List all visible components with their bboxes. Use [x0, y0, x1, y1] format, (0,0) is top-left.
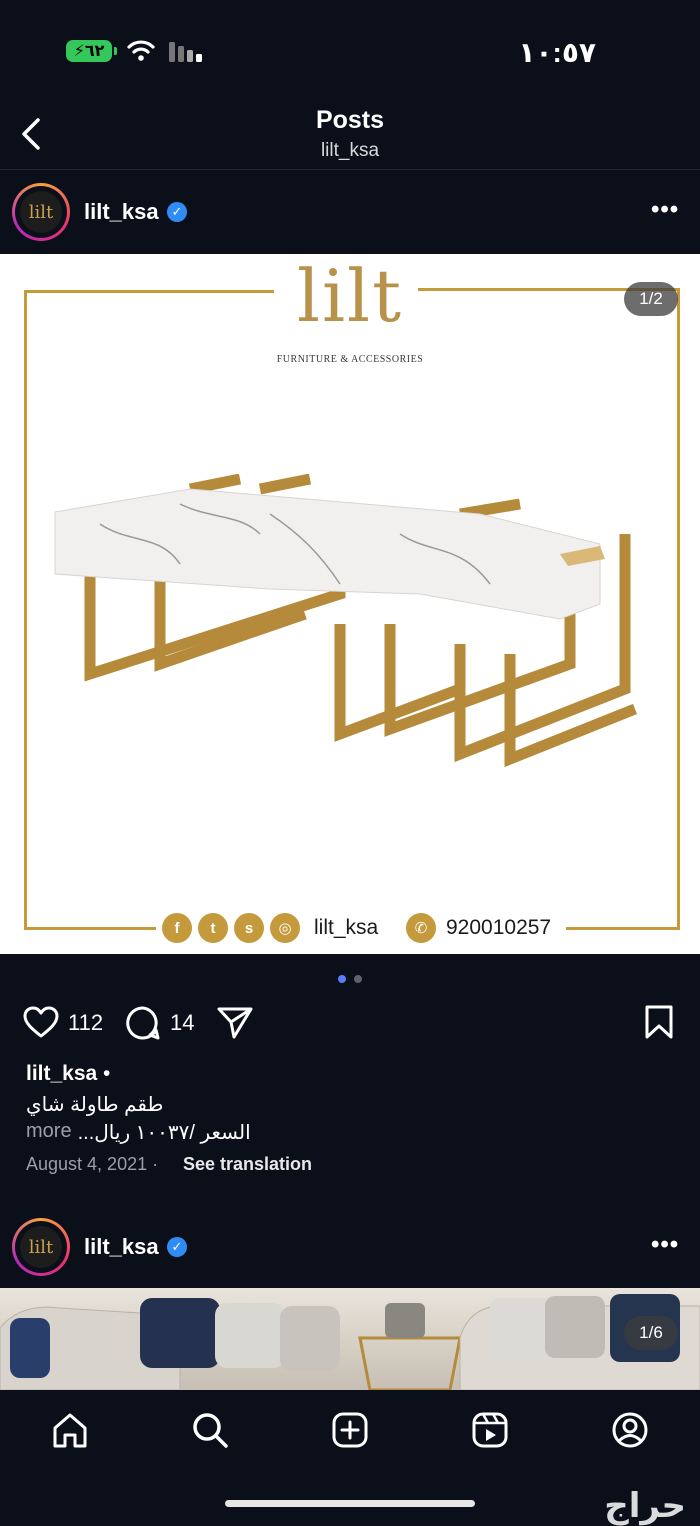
snapchat-icon: s	[234, 913, 264, 943]
image-counter: 1/2	[624, 282, 678, 316]
caption-username[interactable]: lilt_ksa •	[26, 1062, 110, 1086]
caption-price: السعر /١٠٠٣٧ ريال...	[77, 1122, 251, 1144]
instagram-icon: ◎	[270, 913, 300, 943]
see-translation-link[interactable]: See translation	[183, 1154, 312, 1175]
caption-line-2: more السعر /١٠٠٣٧ ريال...	[26, 1120, 251, 1145]
sofa-image	[0, 1294, 700, 1390]
brand-tagline: FURNITURE & ACCESSORIES	[276, 354, 424, 365]
social-handle: lilt_ksa	[314, 916, 379, 939]
battery-cap	[114, 47, 117, 55]
share-icon[interactable]	[216, 1004, 254, 1040]
more-options-icon[interactable]: •••	[651, 1231, 679, 1259]
avatar[interactable]: lilt	[12, 1218, 70, 1276]
post-date: August 4, 2021 ·	[26, 1154, 159, 1174]
charging-icon: ⚡	[73, 43, 85, 60]
watermark: حراج	[604, 1487, 686, 1525]
like-count[interactable]: 112	[68, 1010, 103, 1036]
bookmark-icon[interactable]	[644, 1004, 674, 1040]
product-table-image	[54, 474, 638, 768]
facebook-icon: f	[162, 913, 192, 943]
more-options-icon[interactable]: •••	[651, 196, 679, 224]
phone-contact: ✆ 920010257	[406, 911, 551, 945]
caption-line-1: طقم طاولة شاي	[26, 1094, 164, 1116]
search-icon[interactable]	[190, 1410, 230, 1450]
home-indicator	[225, 1500, 475, 1507]
comment-count[interactable]: 14	[170, 1010, 194, 1036]
verified-badge-icon: ✓	[167, 1237, 187, 1257]
post-image[interactable]: 1/6	[0, 1288, 700, 1390]
post-username[interactable]: lilt_ksa	[84, 199, 159, 225]
cellular-signal-icon	[169, 42, 202, 62]
twitter-icon: t	[198, 913, 228, 943]
post-image[interactable]: lilt FURNITURE & ACCESSORIES 1/2 f t s ◎…	[0, 254, 700, 954]
avatar[interactable]: lilt	[12, 183, 70, 241]
avatar-logo: lilt	[20, 1226, 62, 1268]
carousel-dot-active	[338, 975, 346, 983]
post-username[interactable]: lilt_ksa	[84, 1234, 159, 1260]
create-icon[interactable]	[330, 1410, 370, 1450]
comment-icon[interactable]	[125, 1005, 161, 1041]
avatar-logo: lilt	[20, 191, 62, 233]
verified-badge-icon: ✓	[167, 202, 187, 222]
caption-more-link[interactable]: more	[26, 1120, 72, 1145]
home-icon[interactable]	[50, 1410, 90, 1450]
header-divider	[0, 169, 700, 170]
phone-number: 920010257	[446, 916, 552, 939]
carousel-dot	[354, 975, 362, 983]
battery-level: ٦٢	[84, 43, 105, 60]
phone-icon: ✆	[406, 913, 436, 943]
status-time: ١٠:٥٧	[518, 37, 596, 68]
brand-logo: lilt	[296, 254, 403, 338]
profile-icon[interactable]	[610, 1410, 650, 1450]
wifi-icon	[127, 40, 155, 61]
like-heart-icon[interactable]	[22, 1005, 60, 1039]
page-title: Posts	[315, 106, 385, 134]
social-icons: f t s ◎ lilt_ksa	[162, 911, 378, 945]
reels-icon[interactable]	[470, 1410, 510, 1450]
image-counter: 1/6	[624, 1316, 678, 1350]
page-subtitle: lilt_ksa	[320, 140, 380, 161]
battery-indicator: ⚡ ٦٢	[66, 40, 112, 62]
